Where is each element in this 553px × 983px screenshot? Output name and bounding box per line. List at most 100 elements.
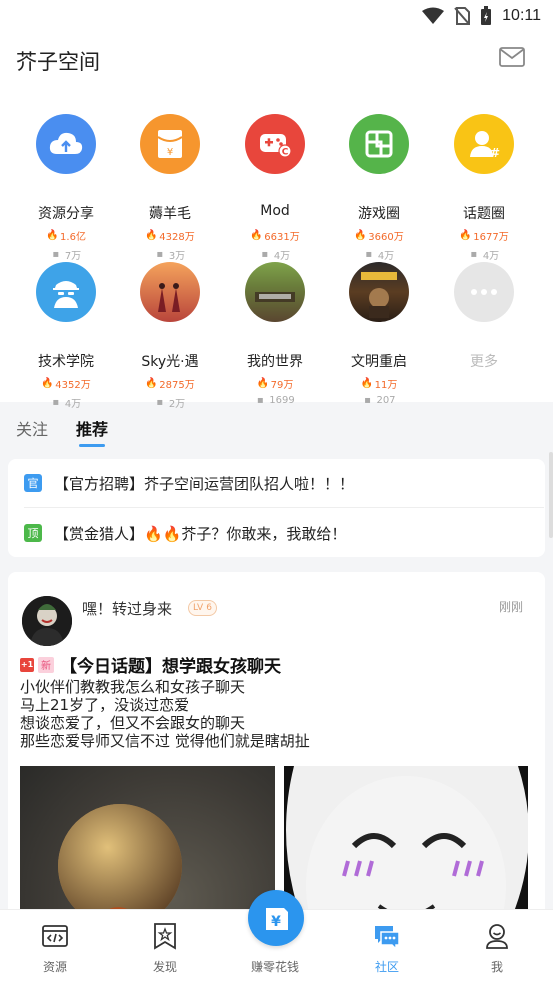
app-header: 芥子空间 — [0, 34, 553, 94]
pinned-badge: 顶 — [24, 524, 42, 542]
hot-count: 🔥 4352万 — [41, 378, 91, 391]
gamepad-icon: C — [245, 114, 305, 174]
red-envelope-icon: ¥ — [140, 114, 200, 174]
plus-one-badge: +1 — [20, 657, 34, 672]
nav-label: 社区 — [374, 960, 399, 974]
nav-label: 发现 — [152, 960, 177, 974]
category-game-circle[interactable]: 游戏圈 🔥 3660万 ▪ 4万 — [327, 114, 431, 262]
civilization-image — [349, 262, 409, 322]
hot-count: 🔥 4328万 — [145, 230, 195, 243]
hot-count: 🔥 6631万 — [250, 230, 300, 243]
notice-official-recruit[interactable]: 官 【官方招聘】芥子空间运营团队招人啦！！！ — [24, 463, 354, 503]
notice-text: 【赏金猎人】🔥🔥芥子？你敢来，我敢给！ — [54, 524, 347, 543]
hot-count: 🔥 3660万 — [354, 230, 404, 243]
nav-label: 赚零花钱 — [250, 960, 299, 974]
nav-me[interactable]: 我 — [442, 910, 552, 983]
status-time: 10:11 — [502, 7, 541, 24]
notice-bounty-hunter[interactable]: 顶 【赏金猎人】🔥🔥芥子？你敢来，我敢给！ — [24, 513, 346, 553]
hot-count: 🔥 1.6亿 — [46, 230, 86, 243]
earn-money-fab[interactable]: ¥ — [248, 890, 304, 946]
category-wool[interactable]: ¥ 薅羊毛 🔥 4328万 ▪ 3万 — [118, 114, 222, 262]
no-sim-icon — [454, 7, 471, 25]
flame-icon: 🔥 — [46, 230, 59, 241]
category-name: Sky光·遇 — [141, 354, 199, 370]
comment-count: ▪ 4万 — [261, 249, 291, 262]
comment-icon: ▪ — [156, 249, 164, 260]
category-name: 游戏圈 — [358, 206, 400, 222]
spy-icon — [36, 262, 96, 322]
wifi-icon — [422, 7, 445, 24]
flame-icon: 🔥 — [354, 230, 367, 241]
hot-count: 🔥 11万 — [360, 378, 398, 391]
scrollbar[interactable] — [549, 452, 553, 538]
category-resource-share[interactable]: 资源分享 🔥 1.6亿 ▪ 7万 — [14, 114, 118, 262]
nav-community[interactable]: 社区 — [332, 910, 442, 983]
nav-label: 资源 — [42, 960, 67, 974]
flame-icon: 🔥 — [250, 230, 263, 241]
divider — [24, 507, 544, 508]
svg-text:¥: ¥ — [167, 147, 173, 158]
category-name: 文明重启 — [351, 354, 407, 370]
tab-follow[interactable]: 关注 — [16, 416, 48, 440]
chat-bubbles-icon — [375, 926, 400, 950]
category-grid: 资源分享 🔥 1.6亿 ▪ 7万 ¥ 薅羊毛 🔥 4328万 ▪ 3万 C Mod 🔥 6… — [0, 94, 553, 410]
official-badge: 官 — [24, 474, 42, 492]
category-name: 薅羊毛 — [149, 206, 191, 222]
category-more[interactable]: 更多 — [432, 262, 536, 408]
category-tech-academy[interactable]: 技术学院 🔥 4352万 ▪ 4万 — [14, 262, 118, 410]
category-sky[interactable]: Sky光·遇 🔥 2875万 ▪ 2万 — [118, 262, 222, 410]
flame-icon: 🔥 — [145, 230, 158, 241]
nav-discover[interactable]: 发现 — [110, 910, 220, 983]
profile-icon — [486, 924, 508, 949]
category-mod[interactable]: C Mod 🔥 6631万 ▪ 4万 — [223, 114, 327, 262]
category-topic-circle[interactable]: # 话题圈 🔥 1677万 ▪ 4万 — [432, 114, 536, 262]
bookmark-star-icon — [154, 923, 176, 950]
avatar[interactable] — [22, 596, 72, 646]
category-name: 我的世界 — [247, 354, 303, 370]
mail-icon[interactable] — [499, 47, 525, 71]
comment-icon: ▪ — [52, 249, 60, 260]
svg-text:#: # — [490, 146, 500, 160]
active-tab-indicator — [79, 444, 105, 447]
feed-tabs: 关注 推荐 — [0, 402, 553, 452]
comment-icon: ▪ — [261, 249, 269, 260]
category-civilization[interactable]: 文明重启 🔥 11万 ▪ 207 — [327, 262, 431, 408]
svg-text:C: C — [282, 148, 289, 158]
user-topic-icon: # — [454, 114, 514, 174]
comment-icon: ▪ — [470, 249, 478, 260]
category-name: 话题圈 — [463, 206, 505, 222]
comment-count: ▪ 4万 — [470, 249, 500, 262]
category-minecraft[interactable]: 我的世界 🔥 79万 ▪ 1699 — [223, 262, 327, 408]
comment-count: ▪ 4万 — [365, 249, 395, 262]
category-name: Mod — [260, 203, 290, 219]
nav-resources[interactable]: 资源 — [0, 910, 110, 983]
flame-icon: 🔥 — [41, 378, 54, 389]
flame-icon: 🔥 — [145, 378, 158, 389]
new-badge: 新 — [38, 656, 54, 673]
svg-text:¥: ¥ — [271, 914, 281, 930]
category-name: 资源分享 — [38, 206, 94, 222]
status-bar: 10:11 — [0, 0, 553, 34]
post-title: +1 新 【今日话题】想学跟女孩聊天 — [20, 656, 281, 677]
minecraft-image — [245, 262, 305, 322]
battery-icon — [481, 6, 492, 25]
post-time: 刚刚 — [498, 600, 523, 614]
box-icon — [349, 114, 409, 174]
comment-icon: ▪ — [365, 249, 373, 260]
flame-icon: 🔥 — [459, 230, 472, 241]
tab-recommend[interactable]: 推荐 — [76, 416, 108, 440]
hot-count: 🔥 1677万 — [459, 230, 509, 243]
sky-game-image — [140, 262, 200, 322]
more-icon — [454, 262, 514, 322]
code-file-icon — [42, 925, 68, 947]
money-bag-icon: ¥ — [266, 908, 288, 930]
nav-label: 我 — [490, 960, 503, 974]
post-username[interactable]: 嘿！转过身来 — [82, 598, 172, 619]
category-name: 技术学院 — [38, 354, 94, 370]
flame-icon: 🔥 — [360, 378, 374, 389]
hot-count: 🔥 79万 — [256, 378, 294, 391]
category-name: 更多 — [470, 354, 498, 370]
page-title: 芥子空间 — [16, 50, 100, 74]
comment-count: ▪ 7万 — [52, 249, 82, 262]
hot-count: 🔥 2875万 — [145, 378, 195, 391]
